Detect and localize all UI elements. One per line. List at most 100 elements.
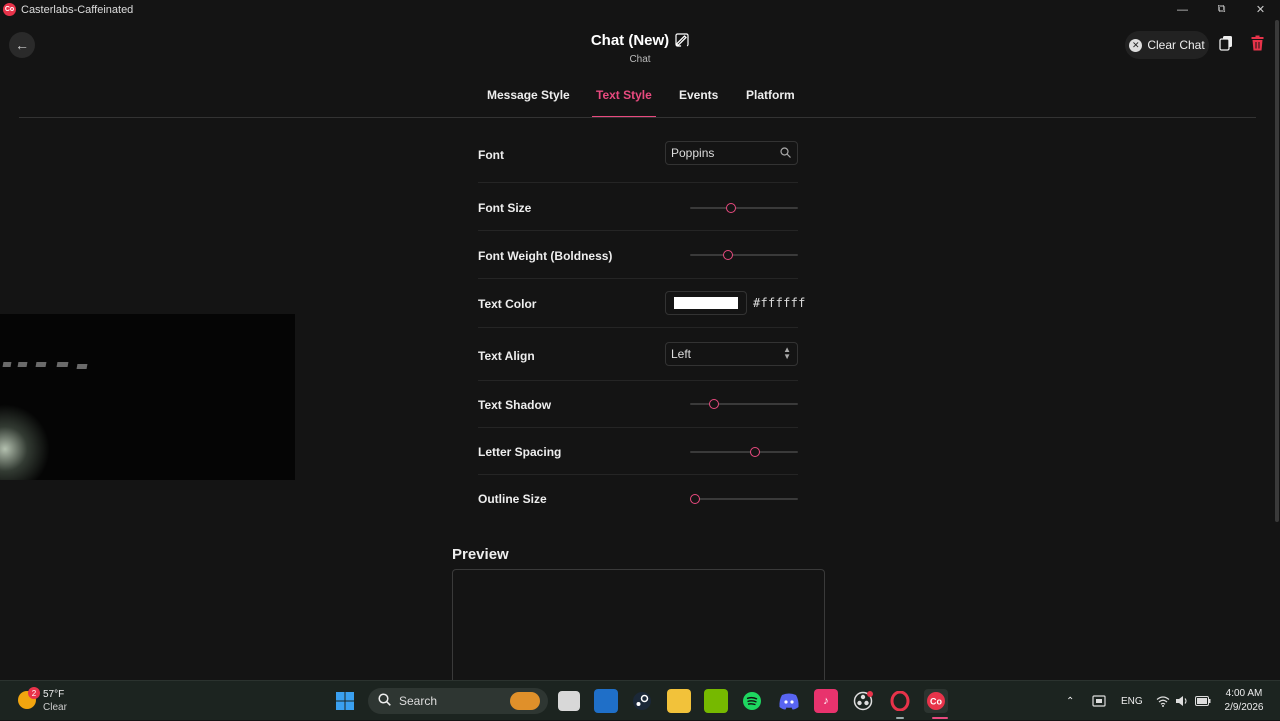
casterlabs-icon[interactable]: Co (924, 689, 948, 713)
font-weight-slider[interactable] (690, 250, 798, 260)
text-align-label: Text Align (478, 349, 535, 363)
edit-icon[interactable] (675, 33, 689, 51)
volume-icon[interactable] (1175, 681, 1189, 721)
spotify-icon[interactable] (740, 689, 764, 713)
slider-track (690, 403, 798, 405)
window-titlebar: Co Casterlabs-Caffeinated — ⧉ ✕ (0, 0, 1280, 19)
file-explorer-icon[interactable] (667, 689, 691, 713)
clock-time: 4:00 AM (1225, 688, 1263, 699)
font-search-input[interactable]: Poppins (665, 141, 798, 165)
delete-button[interactable] (1245, 32, 1269, 58)
close-window-icon[interactable]: ✕ (1241, 0, 1280, 19)
font-row: Font Poppins (478, 136, 798, 183)
font-size-label: Font Size (478, 201, 532, 215)
page-header: ← Chat (New) Chat ✕ Clear Chat (0, 19, 1280, 79)
search-icon (378, 693, 391, 709)
trash-icon (1251, 35, 1264, 56)
webcam-overlay (0, 314, 295, 480)
font-size-slider[interactable] (690, 203, 798, 213)
system-clock[interactable]: 4:00 AM 2/9/2026 (1218, 687, 1270, 715)
color-swatch-fill (674, 297, 738, 309)
close-circle-icon: ✕ (1129, 38, 1143, 52)
text-align-select[interactable]: Left ▲ ▼ (665, 342, 798, 366)
light-glow (0, 404, 50, 480)
minimize-icon[interactable]: — (1163, 0, 1202, 19)
page-scrollbar[interactable] (1275, 20, 1279, 522)
tab-text-style[interactable]: Text Style (592, 88, 656, 118)
battery-icon[interactable] (1195, 681, 1211, 721)
store-icon[interactable] (594, 689, 618, 713)
text-align-value: Left (671, 347, 692, 361)
obs-icon[interactable] (851, 689, 875, 713)
page-subtitle: Chat (629, 54, 651, 65)
tray-network-app-icon[interactable] (1092, 681, 1106, 721)
active-indicator (932, 717, 948, 719)
light-streak (2, 362, 12, 367)
preview-panel (452, 569, 825, 684)
text-color-label: Text Color (478, 297, 537, 311)
slider-thumb[interactable] (726, 203, 737, 213)
outline-size-label: Outline Size (478, 492, 547, 506)
letter-spacing-slider[interactable] (690, 447, 798, 457)
restore-icon[interactable]: ⧉ (1202, 0, 1241, 19)
outline-size-slider[interactable] (690, 494, 798, 504)
tray-chevron-icon[interactable]: ⌃ (1066, 681, 1074, 721)
window-title: Casterlabs-Caffeinated (21, 3, 134, 16)
start-icon[interactable] (333, 689, 357, 713)
page-title-text: Chat (New) (590, 32, 670, 49)
clear-chat-button[interactable]: ✕ Clear Chat (1125, 31, 1209, 59)
slider-track (690, 498, 798, 500)
outline-size-row: Outline Size (478, 475, 798, 522)
slider-thumb[interactable] (708, 399, 719, 409)
slider-thumb[interactable] (722, 250, 733, 260)
tabs-divider (19, 117, 1256, 118)
copy-icon (1219, 35, 1233, 56)
tab-events[interactable]: Events (679, 88, 718, 118)
text-align-row: Text Align Left ▲ ▼ (478, 328, 798, 381)
search-label: Search (399, 694, 438, 708)
notification-badge: 2 (28, 687, 40, 699)
font-value: Poppins (671, 146, 715, 160)
tiktok-icon[interactable]: ♪ (814, 689, 838, 713)
light-streak (35, 362, 47, 367)
pizza-icon (510, 692, 540, 710)
weather-temp: 57°F (43, 689, 65, 700)
opera-icon[interactable] (888, 689, 912, 713)
slider-track (690, 207, 798, 209)
tab-message-style[interactable]: Message Style (487, 88, 570, 118)
light-streak (76, 364, 88, 369)
select-arrows-icon: ▲ ▼ (783, 345, 791, 361)
preview-heading: Preview (452, 546, 509, 563)
task-view-icon[interactable] (558, 691, 580, 711)
weather-widget[interactable]: 2 57°F Clear (16, 687, 76, 717)
text-shadow-slider[interactable] (690, 399, 798, 409)
windows-taskbar: 2 57°F Clear Search ♪ Co ⌃ ENG 4:00 AM 2… (0, 680, 1280, 720)
text-shadow-row: Text Shadow (478, 381, 798, 428)
slider-thumb[interactable] (690, 494, 701, 504)
letter-spacing-row: Letter Spacing (478, 428, 798, 475)
taskbar-search[interactable]: Search (368, 688, 548, 714)
slider-thumb[interactable] (749, 447, 760, 457)
clear-chat-label: Clear Chat (1147, 38, 1205, 52)
letter-spacing-label: Letter Spacing (478, 445, 562, 459)
weather-condition: Clear (43, 702, 67, 713)
light-streak (17, 362, 28, 367)
discord-icon[interactable] (777, 689, 801, 713)
copy-button[interactable] (1214, 32, 1238, 58)
app-logo-icon: Co (3, 3, 16, 16)
page-title: Chat (New) (0, 32, 1280, 51)
text-shadow-label: Text Shadow (478, 398, 552, 412)
tab-platform[interactable]: Platform (746, 88, 795, 118)
font-weight-row: Font Weight (Boldness) (478, 231, 798, 279)
slider-track (690, 451, 798, 453)
text-color-picker[interactable] (665, 291, 747, 315)
font-weight-label: Font Weight (Boldness) (478, 249, 613, 263)
steam-icon[interactable] (630, 689, 654, 713)
text-color-hex[interactable]: #ffffff (753, 296, 806, 310)
font-size-row: Font Size (478, 183, 798, 231)
language-indicator[interactable]: ENG (1121, 681, 1143, 721)
wifi-icon[interactable] (1156, 681, 1170, 721)
svg-text:Co: Co (930, 697, 942, 707)
nvidia-icon[interactable] (704, 689, 728, 713)
clock-date: 2/9/2026 (1224, 702, 1264, 713)
